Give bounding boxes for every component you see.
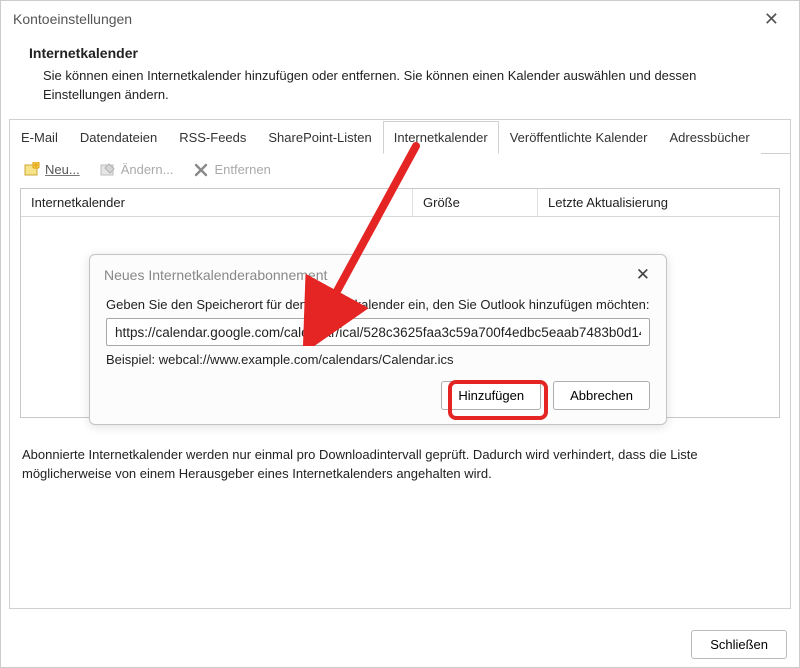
inner-body: Geben Sie den Speicherort für den Intern… (90, 293, 666, 424)
url-prompt: Geben Sie den Speicherort für den Intern… (106, 297, 650, 312)
tab-sharepoint-listen[interactable]: SharePoint-Listen (257, 121, 382, 154)
remove-button: Entfernen (189, 160, 274, 180)
new-button[interactable]: Neu... (20, 160, 84, 180)
tab-strip: E-Mail Datendateien RSS-Feeds SharePoint… (10, 120, 790, 154)
tab-email[interactable]: E-Mail (10, 121, 69, 154)
remove-label: Entfernen (214, 162, 270, 177)
inner-titlebar: Neues Internetkalenderabonnement ✕ (90, 255, 666, 293)
tab-veroeffentlichte-kalender[interactable]: Veröffentlichte Kalender (499, 121, 659, 154)
example-text: Beispiel: webcal://www.example.com/calen… (106, 352, 650, 367)
titlebar: Kontoeinstellungen ✕ (1, 1, 799, 37)
column-name[interactable]: Internetkalender (21, 189, 413, 216)
cancel-button[interactable]: Abbrechen (553, 381, 650, 410)
tab-datendateien[interactable]: Datendateien (69, 121, 168, 154)
toolbar: Neu... Ändern... Entfernen (10, 154, 790, 186)
close-button[interactable]: Schließen (691, 630, 787, 659)
new-subscription-dialog: Neues Internetkalenderabonnement ✕ Geben… (89, 254, 667, 425)
dialog-footer: Schließen (691, 630, 787, 659)
close-icon[interactable]: ✕ (756, 5, 787, 34)
new-label: Neu... (45, 162, 80, 177)
header-section: Internetkalender Sie können einen Intern… (1, 37, 799, 119)
tab-internetkalender[interactable]: Internetkalender (383, 121, 499, 154)
tab-adressbuecher[interactable]: Adressbücher (659, 121, 761, 154)
footer-description: Abonnierte Internetkalender werden nur e… (10, 430, 790, 500)
change-label: Ändern... (121, 162, 174, 177)
page-description: Sie können einen Internetkalender hinzuf… (29, 67, 771, 105)
list-header: Internetkalender Größe Letzte Aktualisie… (21, 189, 779, 217)
account-settings-window: Kontoeinstellungen ✕ Internetkalender Si… (0, 0, 800, 668)
page-title: Internetkalender (29, 45, 771, 61)
calendar-url-input[interactable] (106, 318, 650, 346)
remove-icon (193, 162, 209, 178)
column-last-updated[interactable]: Letzte Aktualisierung (538, 189, 779, 216)
close-icon[interactable]: ✕ (632, 263, 654, 287)
column-size[interactable]: Größe (413, 189, 538, 216)
change-button: Ändern... (96, 160, 178, 180)
add-button[interactable]: Hinzufügen (441, 381, 541, 410)
tab-rss-feeds[interactable]: RSS-Feeds (168, 121, 257, 154)
inner-button-row: Hinzufügen Abbrechen (106, 381, 650, 410)
window-title: Kontoeinstellungen (13, 11, 132, 27)
inner-dialog-title: Neues Internetkalenderabonnement (104, 267, 327, 283)
new-calendar-icon (24, 162, 40, 178)
change-icon (100, 162, 116, 178)
